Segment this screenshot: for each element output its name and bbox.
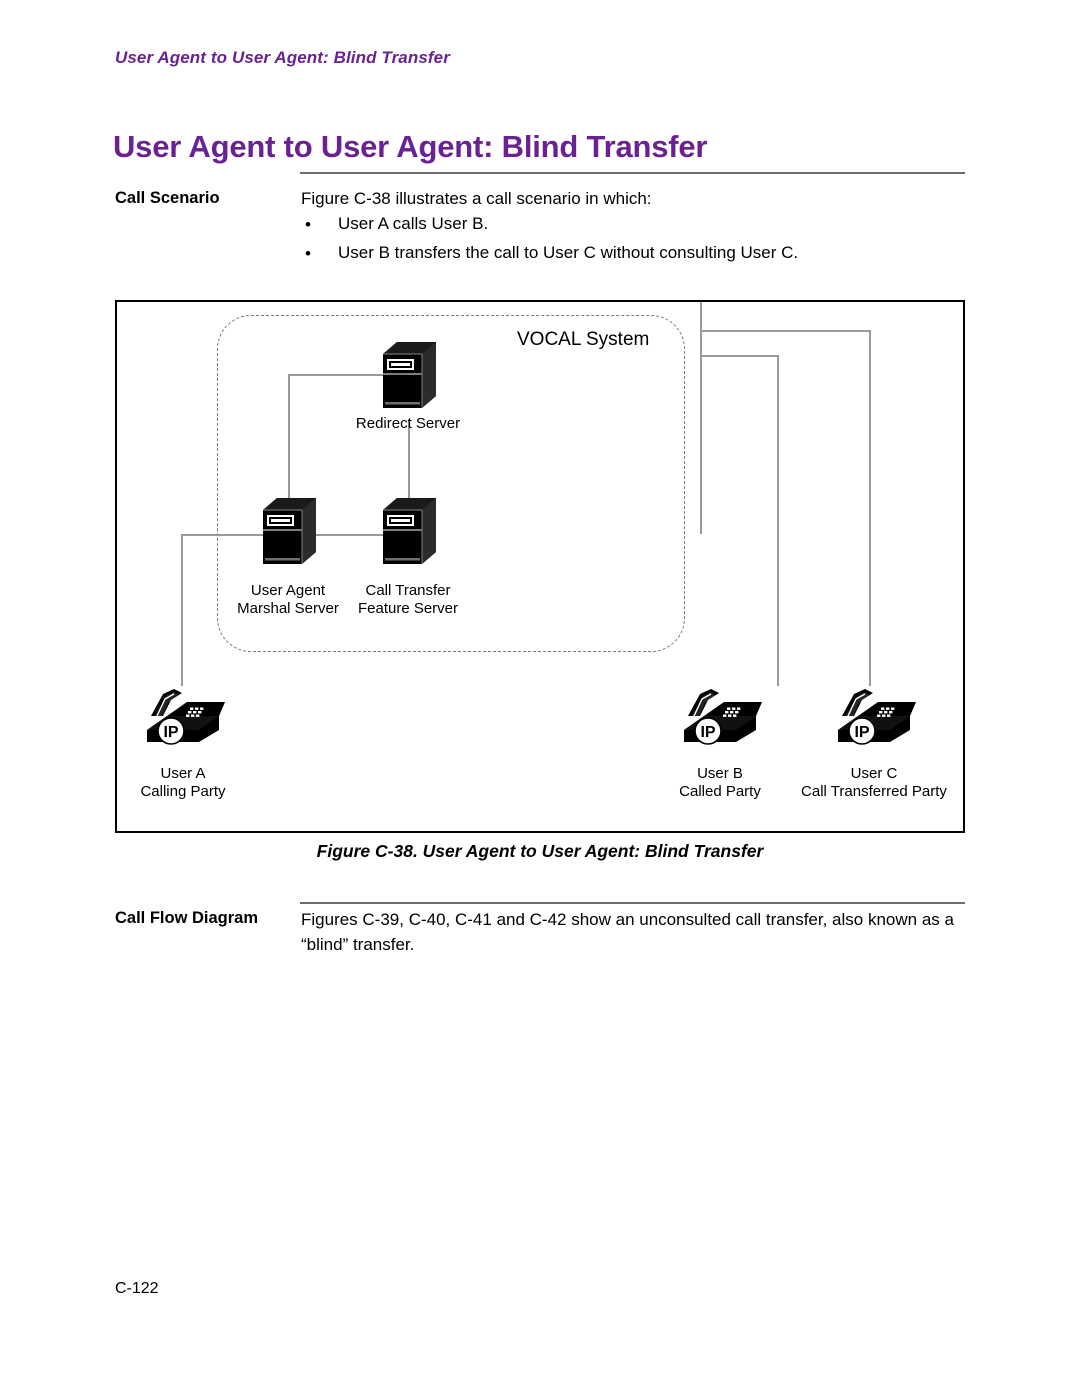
list-item-label: User A calls User B. [338, 214, 489, 233]
call-transfer-feature-server-label: Call Transfer Feature Server [348, 582, 468, 617]
user-a-phone-label: User A Calling Party [123, 765, 243, 800]
user-agent-marshal-server-label-line1: User Agent [250, 582, 326, 599]
user-c-label-line2: Call Transferred Party [801, 782, 947, 800]
call-transfer-feature-server-label-line2: Feature Server [357, 599, 459, 617]
vocal-system-label: VOCAL System [517, 329, 650, 350]
list-item: • User A calls User B. [301, 214, 798, 234]
page-title: User Agent to User Agent: Blind Transfer [113, 128, 708, 164]
running-header: User Agent to User Agent: Blind Transfer [115, 48, 450, 67]
call-scenario-bullet-list: • User A calls User B. • User B transfer… [301, 215, 798, 273]
section-rule-call-scenario [300, 172, 965, 174]
redirect-server-label: Redirect Server [348, 415, 468, 433]
figure-caption: Figure C-38. User Agent to User Agent: B… [316, 841, 764, 861]
user-c-label-line1: User C [850, 765, 898, 782]
user-agent-marshal-server-label-line2: Marshal Server [237, 599, 339, 617]
section-rule-call-flow [300, 902, 965, 904]
user-b-label-line2: Called Party [679, 782, 761, 800]
bullet-glyph: • [305, 243, 311, 263]
user-a-label-line1: User A [160, 765, 206, 782]
user-b-phone-icon: IP [678, 686, 762, 750]
ip-badge-text: IP [854, 724, 869, 741]
wire-to-user-c [869, 330, 871, 686]
ip-badge-text: IP [163, 724, 178, 741]
wire-to-user-a [181, 534, 183, 686]
user-agent-marshal-server-icon [259, 496, 317, 572]
list-item: • User B transfers the call to User C wi… [301, 243, 799, 263]
redirect-server-icon [379, 340, 437, 416]
call-scenario-label: Call Scenario [115, 189, 220, 207]
call-transfer-feature-server-label-line1: Call Transfer [365, 582, 451, 599]
call-scenario-intro: Figure C-38 illustrates a call scenario … [301, 189, 652, 208]
call-transfer-feature-server-icon [379, 496, 437, 572]
page-number: C-122 [115, 1280, 159, 1297]
wire-cts-right-riser [700, 302, 702, 534]
user-b-label-line1: User B [697, 765, 743, 782]
redirect-server-label-line1: Redirect Server [355, 415, 461, 432]
call-flow-diagram-label: Call Flow Diagram [115, 909, 259, 927]
user-a-phone-icon: IP [141, 686, 225, 750]
user-a-label-line2: Calling Party [140, 782, 226, 800]
wire-right-bus-lower [700, 355, 778, 357]
user-b-phone-label: User B Called Party [660, 765, 780, 800]
call-flow-diagram-text: Figures C-39, C-40, C-41 and C-42 show a… [301, 910, 954, 954]
list-item-label: User B transfers the call to User C with… [338, 243, 799, 262]
wire-right-bus-upper [700, 330, 870, 332]
ip-badge-text: IP [700, 724, 715, 741]
bullet-glyph: • [305, 214, 311, 234]
figure-container: VOCAL System Redirect Server User Agent … [115, 300, 965, 833]
wire-to-user-b [777, 355, 779, 686]
user-c-phone-icon: IP [832, 686, 916, 750]
user-agent-marshal-server-label: User Agent Marshal Server [228, 582, 348, 617]
user-c-phone-label: User C Call Transferred Party [789, 765, 959, 800]
